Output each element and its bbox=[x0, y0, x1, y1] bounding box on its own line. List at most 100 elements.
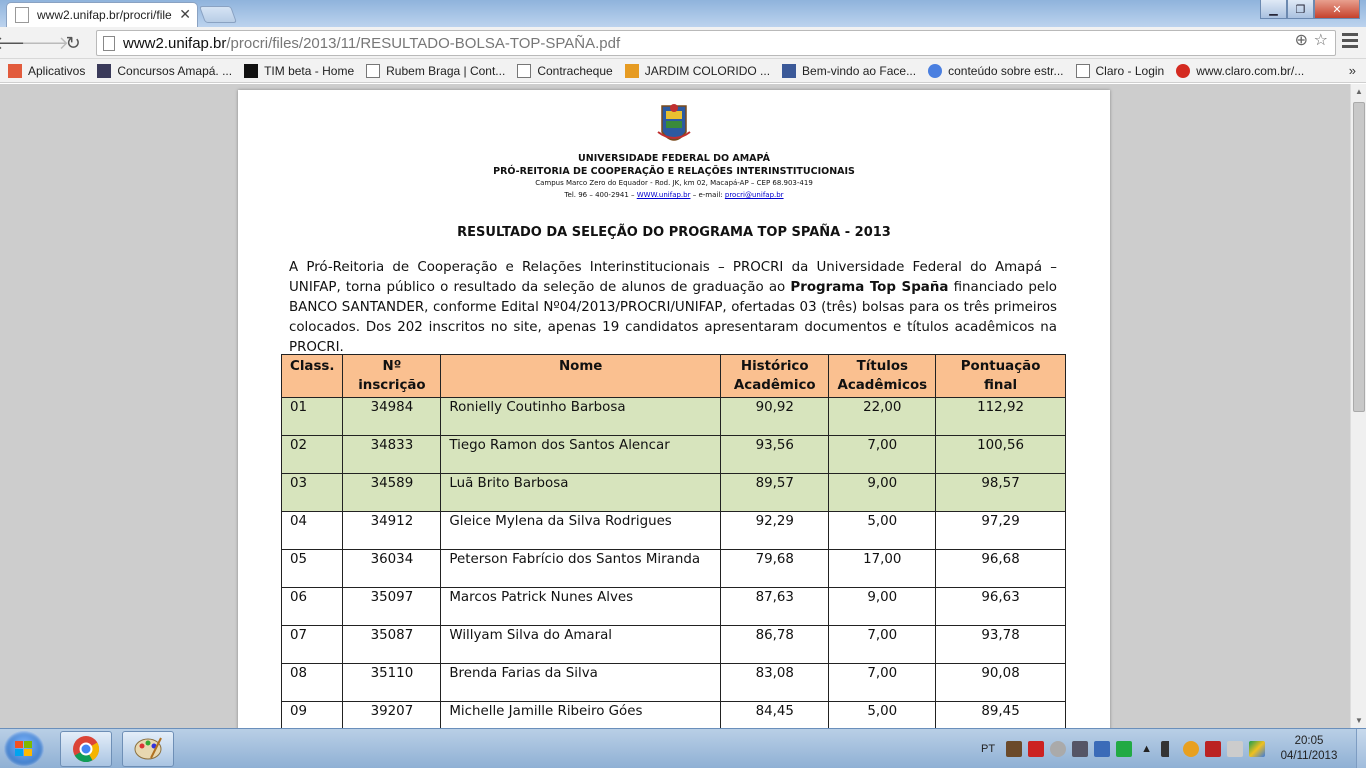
tray-update-icon[interactable] bbox=[1183, 741, 1199, 757]
table-cell: 36034 bbox=[342, 549, 442, 588]
browser-title-bar: www2.unifap.br/procri/file ✕ ▁ ❐ ✕ bbox=[0, 0, 1366, 27]
show-desktop-button[interactable] bbox=[1356, 729, 1366, 768]
table-cell: 06 bbox=[280, 587, 344, 626]
table-cell: 96,68 bbox=[935, 549, 1066, 588]
table-cell: 9,00 bbox=[828, 473, 937, 512]
bookmark-item[interactable]: Concursos Amapá. ... bbox=[97, 63, 232, 78]
email-label: – e-mail: bbox=[692, 191, 723, 199]
table-cell: 5,00 bbox=[828, 511, 937, 550]
google-icon bbox=[928, 63, 943, 78]
table-row: 02 34833 Tiego Ramon dos Santos Alencar 93,… bbox=[280, 435, 1066, 474]
table-cell: 90,08 bbox=[935, 663, 1066, 702]
system-clock[interactable]: 20:05 04/11/2013 bbox=[1276, 734, 1342, 764]
paint-palette-icon bbox=[134, 737, 162, 760]
language-indicator[interactable]: PT bbox=[981, 743, 995, 755]
bookmark-star-icon[interactable]: ☆ bbox=[1314, 30, 1328, 50]
table-cell: Brenda Farias da Silva bbox=[440, 663, 721, 702]
table-row: 03 34589 Luã Brito Barbosa 89,57 9,00 98,57 bbox=[280, 473, 1066, 512]
scroll-up-arrow-icon[interactable]: ▲ bbox=[1351, 87, 1366, 96]
scrollbar-thumb[interactable] bbox=[1353, 102, 1365, 412]
email-link[interactable]: procri@unifap.br bbox=[725, 191, 784, 199]
reload-button[interactable]: ↻ bbox=[62, 32, 84, 54]
address-bar[interactable]: www2.unifap.br/procri/files/2013/11/RESU… bbox=[96, 30, 1336, 56]
bookmark-item[interactable]: Bem-vindo ao Face... bbox=[782, 63, 916, 78]
tray-antivirus-icon[interactable] bbox=[1028, 741, 1045, 757]
more-bookmarks-chevron-icon[interactable]: » bbox=[1349, 63, 1356, 78]
scroll-down-arrow-icon[interactable]: ▼ bbox=[1351, 716, 1366, 725]
pdf-viewer[interactable]: UNIVERSIDADE FEDERAL DO AMAPÁ PRÓ-REITOR… bbox=[0, 84, 1350, 728]
table-cell: 96,63 bbox=[935, 587, 1066, 626]
table-cell: 35087 bbox=[342, 625, 442, 664]
taskbar-chrome-button[interactable] bbox=[60, 731, 112, 767]
bookmark-item[interactable]: TIM beta - Home bbox=[244, 63, 354, 78]
tray-signal-bars-icon[interactable] bbox=[1161, 741, 1177, 757]
bookmark-item[interactable]: JARDIM COLORIDO ... bbox=[624, 63, 770, 78]
tim-icon bbox=[244, 63, 259, 78]
start-button[interactable] bbox=[4, 731, 44, 767]
header-contact: Tel. 96 – 400-2941 – WWW.unifap.br – e-m… bbox=[238, 191, 1110, 199]
table-cell: 92,29 bbox=[719, 511, 830, 550]
column-header: Nome bbox=[440, 354, 721, 398]
table-header-row: Class. Nº inscrição Nome Histórico Acadê… bbox=[280, 354, 1066, 398]
tray-bluetooth-icon[interactable] bbox=[1094, 741, 1111, 757]
table-cell: 100,56 bbox=[935, 435, 1066, 474]
bookmark-item[interactable]: Claro - Login bbox=[1075, 63, 1164, 78]
tray-usb-icon[interactable] bbox=[1116, 741, 1133, 757]
table-cell: 86,78 bbox=[719, 625, 830, 664]
bookmark-item[interactable]: Aplicativos bbox=[8, 63, 86, 78]
table-cell: 98,57 bbox=[935, 473, 1066, 512]
website-link[interactable]: WWW.unifap.br bbox=[637, 191, 691, 199]
tray-disc-icon[interactable] bbox=[1050, 741, 1067, 757]
maximize-button[interactable]: ❐ bbox=[1287, 0, 1314, 19]
column-header: Nº inscrição bbox=[342, 354, 442, 398]
window-controls: ▁ ❐ ✕ bbox=[1260, 0, 1360, 19]
new-tab-button[interactable] bbox=[198, 6, 238, 23]
table-cell: 87,63 bbox=[719, 587, 830, 626]
apps-grid-icon bbox=[8, 63, 22, 78]
chrome-menu-button[interactable] bbox=[1342, 33, 1358, 51]
google-drive-icon[interactable] bbox=[1249, 741, 1265, 757]
volume-icon[interactable] bbox=[1227, 741, 1243, 757]
bookmark-item[interactable]: conteúdo sobre estr... bbox=[928, 63, 1064, 78]
table-cell: 93,78 bbox=[935, 625, 1066, 664]
bookmark-item[interactable]: Rubem Braga | Cont... bbox=[366, 63, 505, 78]
vertical-scrollbar[interactable]: ▲ ▼ bbox=[1350, 84, 1366, 728]
tray-flag-warning-icon[interactable] bbox=[1205, 741, 1221, 757]
table-cell: Willyam Silva do Amaral bbox=[440, 625, 721, 664]
table-cell: Luã Brito Barbosa bbox=[440, 473, 721, 512]
header-address: Campus Marco Zero do Equador - Rod. JK, … bbox=[535, 179, 813, 187]
university-crest-icon bbox=[657, 104, 691, 141]
bookmark-item[interactable]: www.claro.com.br/... bbox=[1176, 63, 1304, 78]
show-hidden-icons-icon[interactable]: ▲ bbox=[1141, 743, 1152, 755]
minimize-button[interactable]: ▁ bbox=[1260, 0, 1287, 19]
pencil-icon bbox=[624, 63, 639, 78]
page-favicon-icon bbox=[15, 7, 29, 23]
bookmark-item[interactable]: Contracheque bbox=[517, 63, 613, 78]
bookmark-label: Aplicativos bbox=[28, 63, 86, 78]
table-cell: 7,00 bbox=[828, 435, 937, 474]
page-icon bbox=[103, 35, 115, 51]
table-cell: 34984 bbox=[342, 397, 442, 436]
forward-button[interactable]: 🡒 bbox=[21, 32, 69, 54]
column-header: Títulos Acadêmicos bbox=[828, 354, 937, 398]
table-row: 04 34912 Gleice Mylena da Silva Rodrigues 9… bbox=[280, 511, 1066, 550]
table-cell: 89,45 bbox=[935, 701, 1066, 728]
table-cell: 34833 bbox=[342, 435, 442, 474]
table-cell: 79,68 bbox=[719, 549, 830, 588]
table-cell: Ronielly Coutinho Barbosa bbox=[440, 397, 721, 436]
column-header: Histórico Acadêmico bbox=[719, 354, 830, 398]
browser-tab[interactable]: www2.unifap.br/procri/file ✕ bbox=[6, 2, 198, 27]
zoom-icon[interactable]: ⊕ bbox=[1295, 30, 1308, 50]
close-window-button[interactable]: ✕ bbox=[1314, 0, 1360, 19]
table-row: 09 39207 Michelle Jamille Ribeiro Góes 84,4… bbox=[280, 701, 1066, 728]
header-phone: Tel. 96 – 400-2941 – bbox=[564, 191, 635, 199]
taskbar-paint-button[interactable] bbox=[122, 731, 174, 767]
table-cell: Peterson Fabrício dos Santos Miranda bbox=[440, 549, 721, 588]
tray-network-signal-icon[interactable] bbox=[1072, 741, 1089, 757]
system-tray: PT ▲ 20:05 04/11/2013 bbox=[981, 729, 1366, 768]
tray-app-icon[interactable] bbox=[1006, 741, 1023, 757]
page-icon bbox=[517, 63, 532, 78]
table-cell: Marcos Patrick Nunes Alves bbox=[440, 587, 721, 626]
tab-close-icon[interactable]: ✕ bbox=[179, 6, 191, 23]
chrome-icon bbox=[73, 736, 100, 763]
